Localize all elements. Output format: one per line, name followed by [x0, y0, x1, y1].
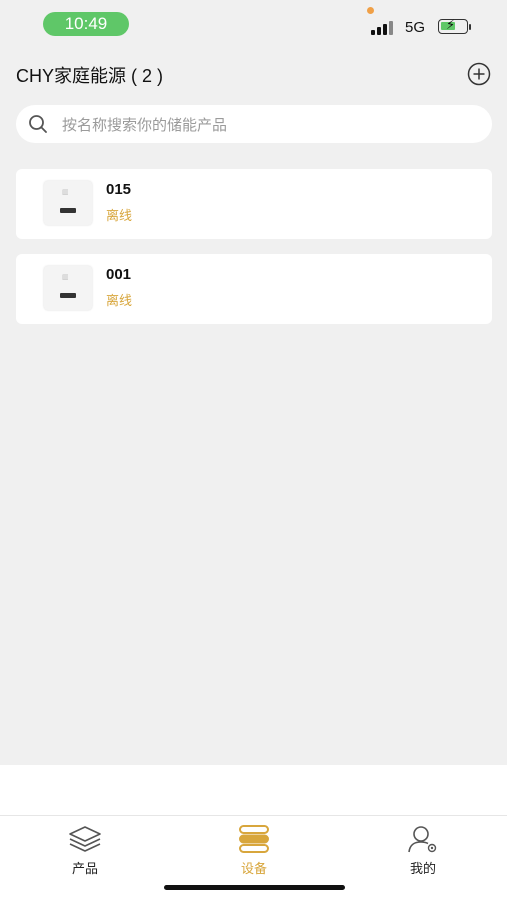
signal-icon — [371, 21, 397, 35]
tab-devices[interactable]: 设备 — [214, 824, 294, 884]
layers-icon — [69, 826, 101, 852]
search-bar[interactable]: 按名称搜索你的储能产品 — [16, 105, 492, 143]
tab-label: 我的 — [409, 862, 436, 877]
add-device-icon[interactable] — [467, 62, 491, 86]
tab-products[interactable]: 产品 — [45, 824, 125, 884]
search-placeholder: 按名称搜索你的储能产品 — [62, 116, 228, 134]
device-name: 001 — [106, 266, 132, 283]
device-thumbnail: ▥ — [44, 266, 92, 310]
network-type: 5G — [405, 19, 426, 36]
device-status: 离线 — [106, 209, 133, 224]
device-card[interactable]: ▥ 015 离线 — [16, 169, 492, 239]
tab-bar-divider — [0, 815, 507, 816]
device-name: 015 — [106, 181, 132, 198]
page-title: CHY家庭能源 ( 2 ) — [16, 66, 164, 86]
status-time: 10:49 — [43, 12, 129, 36]
tab-label: 产品 — [71, 862, 98, 877]
device-card[interactable]: ▥ 001 离线 — [16, 254, 492, 324]
user-settings-icon — [408, 826, 437, 853]
privacy-indicator-dot — [367, 7, 374, 14]
device-stack-icon — [239, 825, 269, 853]
tab-mine[interactable]: 我的 — [383, 824, 463, 884]
device-brand-mark-icon: ▥ — [62, 188, 69, 196]
tab-label: 设备 — [240, 862, 267, 877]
device-status: 离线 — [106, 294, 133, 309]
battery-cap — [469, 24, 471, 30]
search-icon — [29, 115, 47, 133]
status-bar: 10:49 5G ⚡ — [0, 0, 507, 50]
battery-icon: ⚡ — [438, 18, 468, 34]
device-brand-mark-icon: ▥ — [62, 273, 69, 281]
device-thumbnail: ▥ — [44, 181, 92, 225]
home-indicator — [164, 885, 345, 890]
